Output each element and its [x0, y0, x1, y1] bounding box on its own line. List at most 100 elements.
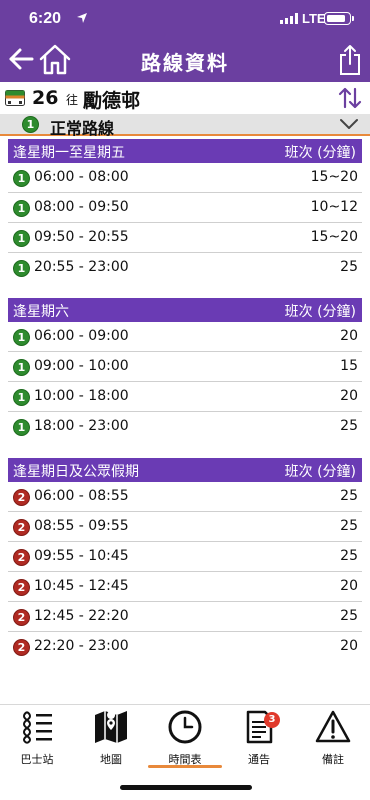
- frequency: 25: [340, 518, 358, 534]
- time-range: 06:00 - 08:00: [34, 169, 129, 185]
- time-range: 06:00 - 08:55: [34, 488, 129, 504]
- frequency: 25: [340, 488, 358, 504]
- schedule-row: 1 08:00 - 09:50 10~12: [8, 193, 362, 223]
- section-title: 逢星期六: [13, 304, 69, 320]
- frequency-header: 班次 (分鐘): [284, 145, 356, 161]
- variant-badge: 1: [13, 260, 30, 277]
- variant-badge: 2: [13, 519, 30, 536]
- frequency: 25: [340, 608, 358, 624]
- tab-label: 巴士站: [20, 753, 54, 766]
- time-range: 06:00 - 09:00: [34, 328, 129, 344]
- variant-badge: 1: [22, 116, 39, 133]
- schedule-row: 2 22:20 - 23:00 20: [8, 632, 362, 662]
- frequency: 20: [340, 328, 358, 344]
- schedule-row: 2 10:45 - 12:45 20: [8, 572, 362, 602]
- time-range: 12:45 - 22:20: [34, 608, 129, 624]
- time-range: 18:00 - 23:00: [34, 418, 129, 434]
- section-header-weekdays: 逢星期一至星期五 班次 (分鐘): [8, 139, 362, 163]
- clock-icon: [168, 710, 202, 744]
- variant-badge: 2: [13, 549, 30, 566]
- frequency: 20: [340, 638, 358, 654]
- tab-label: 地圖: [100, 753, 122, 766]
- frequency: 15~20: [310, 229, 358, 245]
- schedule-row: 1 09:50 - 20:55 15~20: [8, 223, 362, 253]
- network-type: LTE: [302, 11, 326, 26]
- route-header: 26 往 勵德邨: [0, 82, 370, 114]
- tab-bus-stops[interactable]: 巴士站: [0, 709, 74, 771]
- location-arrow-icon: [77, 13, 87, 23]
- time-range: 08:00 - 09:50: [34, 199, 129, 215]
- time-range: 09:00 - 10:00: [34, 358, 129, 374]
- schedule-row: 2 06:00 - 08:55 25: [8, 482, 362, 512]
- frequency: 10~12: [310, 199, 358, 215]
- time-range: 22:20 - 23:00: [34, 638, 129, 654]
- signal-icon: [280, 13, 298, 24]
- variant-badge: 2: [13, 639, 30, 656]
- route-variant-selector[interactable]: 1 正常路線: [0, 114, 370, 138]
- time-range: 09:50 - 20:55: [34, 229, 129, 245]
- variant-badge: 2: [13, 609, 30, 626]
- tab-label: 通告: [248, 753, 270, 766]
- frequency: 25: [340, 259, 358, 275]
- section-header-saturday: 逢星期六 班次 (分鐘): [8, 298, 362, 322]
- variant-badge: 1: [13, 329, 30, 346]
- variant-label: 正常路線: [50, 119, 115, 138]
- variant-badge: 1: [13, 389, 30, 406]
- time-range: 09:55 - 10:45: [34, 548, 129, 564]
- bus-stops-icon: [23, 711, 52, 744]
- schedule-row: 1 09:00 - 10:00 15: [8, 352, 362, 382]
- schedule-row: 1 20:55 - 23:00 25: [8, 253, 362, 283]
- section-title: 逢星期日及公眾假期: [13, 464, 139, 480]
- variant-badge: 1: [13, 419, 30, 436]
- warning-icon: [315, 710, 351, 743]
- chevron-down-icon: [340, 119, 358, 129]
- frequency: 15~20: [310, 169, 358, 185]
- schedule-row: 1 06:00 - 08:00 15~20: [8, 163, 362, 193]
- route-number: 26: [32, 87, 59, 109]
- variant-badge: 2: [13, 579, 30, 596]
- variant-badge: 1: [13, 170, 30, 187]
- variant-badge: 1: [13, 200, 30, 217]
- time-range: 10:45 - 12:45: [34, 578, 129, 594]
- schedule-row: 1 18:00 - 23:00 25: [8, 412, 362, 442]
- status-time: 6:20: [29, 10, 62, 27]
- active-tab-indicator: [148, 765, 222, 768]
- notification-badge: 3: [264, 712, 280, 728]
- status-bar: 6:20 LTE: [0, 0, 370, 38]
- tab-map[interactable]: 地圖: [74, 709, 148, 771]
- swap-direction-icon[interactable]: [338, 87, 362, 109]
- tab-timetable[interactable]: 時間表: [148, 709, 222, 771]
- schedule-row: 1 06:00 - 09:00 20: [8, 322, 362, 352]
- frequency: 15: [340, 358, 358, 374]
- route-to-label: 往: [66, 93, 79, 107]
- battery-icon: [324, 12, 354, 25]
- variant-badge: 1: [13, 359, 30, 376]
- share-icon[interactable]: [338, 44, 362, 76]
- page-title: 路線資料: [141, 51, 229, 75]
- tab-remarks[interactable]: 備註: [296, 709, 370, 771]
- frequency-header: 班次 (分鐘): [284, 304, 356, 320]
- time-range: 20:55 - 23:00: [34, 259, 129, 275]
- section-title: 逢星期一至星期五: [13, 145, 125, 161]
- variant-badge: 2: [13, 489, 30, 506]
- tab-notices[interactable]: 3 通告: [222, 709, 296, 771]
- schedule-row: 2 09:55 - 10:45 25: [8, 542, 362, 572]
- tab-label: 備註: [322, 753, 344, 766]
- variant-badge: 1: [13, 230, 30, 247]
- section-header-sunday-holiday: 逢星期日及公眾假期 班次 (分鐘): [8, 458, 362, 482]
- frequency: 25: [340, 548, 358, 564]
- frequency-header: 班次 (分鐘): [284, 464, 356, 480]
- bus-icon: [5, 90, 25, 106]
- frequency: 20: [340, 578, 358, 594]
- frequency: 25: [340, 418, 358, 434]
- route-destination: 勵德邨: [83, 90, 141, 112]
- home-indicator: [120, 785, 252, 790]
- top-bar: 6:20 LTE 路線資料: [0, 0, 370, 82]
- schedule-row: 1 10:00 - 18:00 20: [8, 382, 362, 412]
- frequency: 20: [340, 388, 358, 404]
- schedule-row: 2 12:45 - 22:20 25: [8, 602, 362, 632]
- map-icon: [95, 711, 127, 743]
- time-range: 10:00 - 18:00: [34, 388, 129, 404]
- schedule-row: 2 08:55 - 09:55 25: [8, 512, 362, 542]
- time-range: 08:55 - 09:55: [34, 518, 129, 534]
